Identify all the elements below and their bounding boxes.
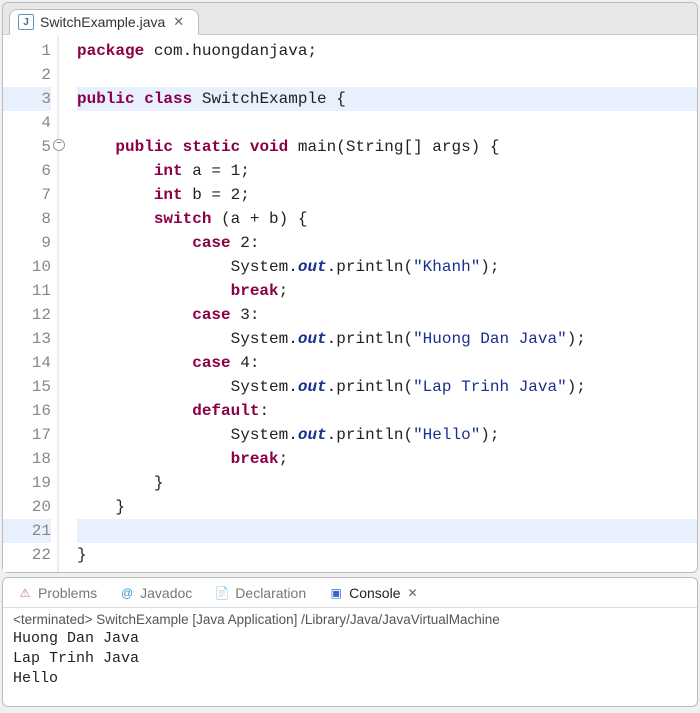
- line-number: 6: [3, 159, 51, 183]
- code-line[interactable]: System.out.println("Hello");: [77, 423, 697, 447]
- code-line[interactable]: case 2:: [77, 231, 697, 255]
- code-line[interactable]: System.out.println("Huong Dan Java");: [77, 327, 697, 351]
- line-number: 15: [3, 375, 51, 399]
- line-number: 14: [3, 351, 51, 375]
- line-number: 21: [3, 519, 51, 543]
- tab-console[interactable]: ▣ Console ✕: [324, 583, 423, 603]
- code-line[interactable]: public static void main(String[] args) {: [77, 135, 697, 159]
- code-line[interactable]: case 3:: [77, 303, 697, 327]
- line-number: 11: [3, 279, 51, 303]
- close-icon[interactable]: ✕: [406, 586, 420, 600]
- code-line[interactable]: break;: [77, 279, 697, 303]
- declaration-icon: 📄: [214, 585, 230, 601]
- line-number: 12: [3, 303, 51, 327]
- tab-problems[interactable]: ⚠ Problems: [13, 583, 101, 603]
- editor-tab-bar: J SwitchExample.java ✕: [3, 3, 697, 35]
- line-number: 1: [3, 39, 51, 63]
- code-line[interactable]: switch (a + b) {: [77, 207, 697, 231]
- code-line[interactable]: }: [77, 495, 697, 519]
- code-line[interactable]: int a = 1;: [77, 159, 697, 183]
- console-icon: ▣: [328, 585, 344, 601]
- problems-icon: ⚠: [17, 585, 33, 601]
- java-file-icon: J: [18, 14, 34, 30]
- code-editor[interactable]: package com.huongdanjava; public class S…: [59, 35, 697, 572]
- line-number: 20: [3, 495, 51, 519]
- code-line[interactable]: System.out.println("Khanh");: [77, 255, 697, 279]
- line-number: 4: [3, 111, 51, 135]
- code-line[interactable]: [77, 111, 697, 135]
- line-number: 10: [3, 255, 51, 279]
- line-number: 8: [3, 207, 51, 231]
- line-number: 3: [3, 87, 51, 111]
- line-number: 22: [3, 543, 51, 567]
- editor-tab-active[interactable]: J SwitchExample.java ✕: [9, 9, 199, 35]
- line-number-gutter: 12345−678910111213141516171819202122: [3, 35, 59, 572]
- close-icon[interactable]: ✕: [171, 14, 186, 30]
- code-line[interactable]: default:: [77, 399, 697, 423]
- tab-console-label: Console: [349, 585, 400, 601]
- code-line[interactable]: }: [77, 543, 697, 567]
- code-line[interactable]: System.out.println("Lap Trinh Java");: [77, 375, 697, 399]
- tab-declaration-label: Declaration: [235, 585, 306, 601]
- line-number: 2: [3, 63, 51, 87]
- fold-toggle-icon[interactable]: −: [53, 139, 65, 151]
- line-number: 13: [3, 327, 51, 351]
- javadoc-icon: @: [119, 585, 135, 601]
- line-number: 5−: [3, 135, 51, 159]
- tab-declaration[interactable]: 📄 Declaration: [210, 583, 310, 603]
- code-body: 12345−678910111213141516171819202122 pac…: [3, 35, 697, 572]
- code-line[interactable]: case 4:: [77, 351, 697, 375]
- editor-pane: J SwitchExample.java ✕ 12345−67891011121…: [2, 2, 698, 573]
- code-line[interactable]: break;: [77, 447, 697, 471]
- bottom-view-tabs: ⚠ Problems @ Javadoc 📄 Declaration ▣ Con…: [3, 578, 697, 608]
- line-number: 17: [3, 423, 51, 447]
- code-line[interactable]: [77, 63, 697, 87]
- tab-javadoc-label: Javadoc: [140, 585, 192, 601]
- code-line[interactable]: public class SwitchExample {: [77, 87, 697, 111]
- editor-tab-filename: SwitchExample.java: [40, 14, 165, 30]
- line-number: 9: [3, 231, 51, 255]
- console-status: <terminated> SwitchExample [Java Applica…: [3, 608, 697, 629]
- console-output[interactable]: Huong Dan Java Lap Trinh Java Hello: [3, 629, 697, 689]
- code-line[interactable]: }: [77, 471, 697, 495]
- tab-javadoc[interactable]: @ Javadoc: [115, 583, 196, 603]
- line-number: 7: [3, 183, 51, 207]
- code-line[interactable]: [77, 519, 697, 543]
- line-number: 19: [3, 471, 51, 495]
- bottom-panel: ⚠ Problems @ Javadoc 📄 Declaration ▣ Con…: [2, 577, 698, 707]
- line-number: 18: [3, 447, 51, 471]
- code-line[interactable]: int b = 2;: [77, 183, 697, 207]
- tab-problems-label: Problems: [38, 585, 97, 601]
- line-number: 16: [3, 399, 51, 423]
- code-line[interactable]: package com.huongdanjava;: [77, 39, 697, 63]
